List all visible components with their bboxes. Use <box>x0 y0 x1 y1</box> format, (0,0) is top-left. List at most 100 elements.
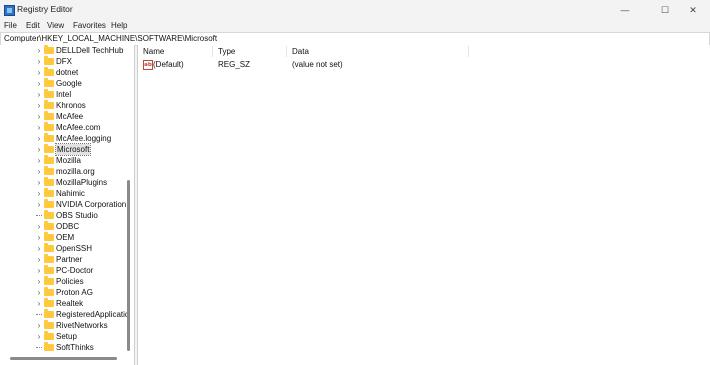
chevron-right-icon[interactable]: › <box>35 188 43 199</box>
tree-item[interactable]: › Proton AG <box>0 287 126 298</box>
menu-edit[interactable]: Edit <box>26 21 40 30</box>
tree-item-label: McAfee <box>56 112 84 121</box>
chevron-right-icon[interactable]: › <box>35 287 43 298</box>
tree-item-label: Policies <box>56 277 84 286</box>
tree-item[interactable]: › NVIDIA Corporation <box>0 199 126 210</box>
tree-item-label: PC-Doctor <box>56 266 94 275</box>
tree-item[interactable]: › dotnet <box>0 67 126 78</box>
chevron-right-icon[interactable]: › <box>35 254 43 265</box>
tree-item-label: Khronos <box>56 101 86 110</box>
tree-item[interactable]: › PC-Doctor <box>0 265 126 276</box>
tree-item[interactable]: › Realtek <box>0 298 126 309</box>
tree-connector <box>36 215 42 216</box>
chevron-right-icon[interactable]: › <box>35 89 43 100</box>
chevron-right-icon[interactable]: › <box>35 320 43 331</box>
chevron-right-icon[interactable]: › <box>35 331 43 342</box>
tree-item[interactable]: OBS Studio <box>0 210 126 221</box>
folder-icon <box>44 254 54 263</box>
folder-icon <box>44 122 54 131</box>
column-header-data[interactable]: Data <box>292 47 309 56</box>
folder-icon <box>44 287 54 296</box>
tree-item-label: RegisteredApplicatic <box>56 310 129 319</box>
value-data: (value not set) <box>292 60 343 69</box>
tree-item[interactable]: › Setup <box>0 331 126 342</box>
tree-item-label: ODBC <box>56 222 80 231</box>
tree-item-label: Nahimic <box>56 189 85 198</box>
folder-icon <box>44 265 54 274</box>
tree-connector <box>36 347 42 348</box>
chevron-right-icon[interactable]: › <box>35 177 43 188</box>
tree-item-label: SoftThinks <box>56 343 94 352</box>
chevron-right-icon[interactable]: › <box>35 144 43 155</box>
tree-item[interactable]: RegisteredApplicatic <box>0 309 129 320</box>
chevron-right-icon[interactable]: › <box>35 122 43 133</box>
chevron-right-icon[interactable]: › <box>35 111 43 122</box>
column-header-name[interactable]: Name <box>143 47 164 56</box>
tree-item[interactable]: › OpenSSH <box>0 243 126 254</box>
tree-item[interactable]: › Intel <box>0 89 126 100</box>
tree-item-label: DFX <box>56 57 72 66</box>
tree-item[interactable]: › mozilla.org <box>0 166 126 177</box>
key-tree-pane[interactable]: › DELLDell TechHub › DFX › dotnet › Google › Inte… <box>0 45 135 365</box>
folder-icon <box>44 100 54 109</box>
tree-item[interactable]: › ODBC <box>0 221 126 232</box>
tree-item[interactable]: › MozillaPlugins <box>0 177 126 188</box>
tree-item[interactable]: › Khronos <box>0 100 126 111</box>
tree-item[interactable]: › McAfee.com <box>0 122 126 133</box>
column-separator[interactable] <box>468 46 469 57</box>
chevron-right-icon[interactable]: › <box>35 276 43 287</box>
chevron-right-icon[interactable]: › <box>35 133 43 144</box>
chevron-right-icon[interactable]: › <box>35 199 43 210</box>
tree-item[interactable]: › OEM <box>0 232 126 243</box>
column-separator[interactable] <box>212 46 213 57</box>
tree-item[interactable]: › RivetNetworks <box>0 320 126 331</box>
tree-horizontal-scrollbar[interactable] <box>10 357 117 360</box>
folder-icon <box>44 243 54 252</box>
tree-item[interactable]: › Nahimic <box>0 188 126 199</box>
chevron-right-icon[interactable]: › <box>35 100 43 111</box>
menu-help[interactable]: Help <box>111 21 127 30</box>
folder-icon <box>44 320 54 329</box>
tree-item[interactable]: › Partner <box>0 254 126 265</box>
tree-item[interactable]: › Google <box>0 78 126 89</box>
tree-item[interactable]: SoftThinks <box>0 342 126 353</box>
column-separator[interactable] <box>286 46 287 57</box>
value-type: REG_SZ <box>218 60 251 69</box>
menu-file[interactable]: File <box>4 21 17 30</box>
chevron-right-icon[interactable]: › <box>35 166 43 177</box>
tree-item[interactable]: › DFX <box>0 56 126 67</box>
chevron-right-icon[interactable]: › <box>35 78 43 89</box>
tree-vertical-scrollbar[interactable] <box>127 180 130 351</box>
tree-item-label: OpenSSH <box>56 244 93 253</box>
chevron-right-icon[interactable]: › <box>35 56 43 67</box>
chevron-right-icon[interactable]: › <box>35 221 43 232</box>
tree-item[interactable]: › DELLDell TechHub <box>0 45 126 56</box>
tree-item[interactable]: › Mozilla <box>0 155 126 166</box>
menu-view[interactable]: View <box>47 21 64 30</box>
address-bar[interactable]: Computer\HKEY_LOCAL_MACHINE\SOFTWARE\Mic… <box>0 32 710 46</box>
tree-item-label: Proton AG <box>56 288 93 297</box>
chevron-right-icon[interactable]: › <box>35 45 43 56</box>
chevron-right-icon[interactable]: › <box>35 298 43 309</box>
tree-item-label: RivetNetworks <box>56 321 108 330</box>
title-bar: Registry Editor — ☐ ✕ <box>0 0 710 20</box>
close-button[interactable]: ✕ <box>676 0 710 20</box>
minimize-button[interactable]: — <box>608 0 642 20</box>
folder-icon <box>44 276 54 285</box>
chevron-right-icon[interactable]: › <box>35 67 43 78</box>
menu-bar: File Edit View Favorites Help <box>0 20 710 32</box>
menu-favorites[interactable]: Favorites <box>73 21 106 30</box>
column-header-type[interactable]: Type <box>218 47 235 56</box>
tree-item[interactable]: › McAfee.logging <box>0 133 126 144</box>
tree-item[interactable]: › McAfee <box>0 111 126 122</box>
chevron-right-icon[interactable]: › <box>35 243 43 254</box>
chevron-right-icon[interactable]: › <box>35 155 43 166</box>
values-pane[interactable]: Name Type Data ab (Default) REG_SZ (valu… <box>137 45 710 365</box>
folder-icon <box>44 133 54 142</box>
address-path: Computer\HKEY_LOCAL_MACHINE\SOFTWARE\Mic… <box>4 34 218 43</box>
chevron-right-icon[interactable]: › <box>35 232 43 243</box>
tree-item[interactable]: › Microsoft <box>0 143 126 156</box>
tree-item[interactable]: › Policies <box>0 276 126 287</box>
chevron-right-icon[interactable]: › <box>35 265 43 276</box>
tree-item-label: DELLDell TechHub <box>56 46 124 55</box>
